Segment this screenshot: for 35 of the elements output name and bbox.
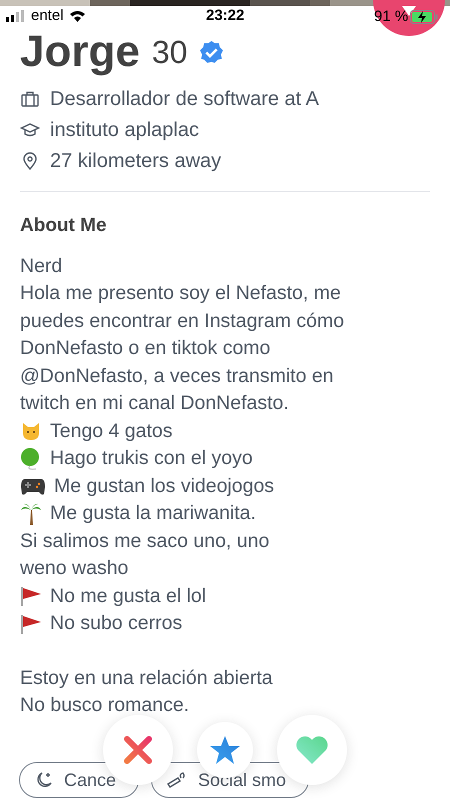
signal-icon	[6, 10, 26, 22]
battery-charging-icon	[410, 10, 438, 24]
profile-detail: 27 kilometers away	[50, 148, 222, 174]
about-text-line: Hola me presento soy el Nefasto, me	[20, 281, 341, 306]
star-icon	[209, 735, 241, 765]
section-heading: About Me	[20, 214, 108, 238]
profile-detail: Desarrollador de software at A	[50, 86, 320, 112]
palm-tree-icon	[20, 502, 42, 526]
clock-time: 23:22	[206, 6, 244, 26]
carrier-name: entel	[31, 6, 64, 26]
about-text-line: Me gustan los videojogos	[54, 474, 274, 499]
about-text-line: No me gusta el lol	[50, 584, 206, 609]
profile-age: 30	[152, 36, 188, 68]
profile-name: Jorge	[20, 30, 140, 74]
about-text-line: Nerd	[20, 254, 62, 279]
about-text-line: @DonNefasto, a veces transmito en	[20, 364, 334, 389]
profile-detail: instituto aplaplac	[50, 118, 199, 142]
wifi-icon	[68, 10, 86, 22]
about-text-line: No busco romance.	[20, 693, 190, 718]
about-text-line: DonNefasto o en tiktok como	[20, 336, 270, 362]
about-text-line: Me gusta la mariwanita.	[50, 501, 256, 526]
flag-icon	[20, 612, 42, 635]
about-text-line: puedes encontrar en Instagram cómo	[20, 308, 344, 334]
about-text-line: Estoy en una relación abierta	[20, 666, 273, 691]
about-text-line: Si salimos me saco uno, uno	[20, 528, 270, 554]
close-icon	[123, 735, 153, 765]
about-text-line: Tengo 4 gatos	[50, 418, 173, 444]
yoyo-icon	[20, 446, 42, 471]
about-text-line: weno washo	[20, 556, 128, 582]
heart-icon	[295, 735, 329, 765]
about-text-line: twitch en mi canal DonNefasto.	[20, 391, 289, 416]
about-text-line: Hago trukis con el yoyo	[50, 446, 253, 472]
flag-icon	[20, 585, 42, 608]
about-text-line: No subo cerros	[50, 611, 182, 636]
cat-face-icon	[20, 420, 42, 442]
